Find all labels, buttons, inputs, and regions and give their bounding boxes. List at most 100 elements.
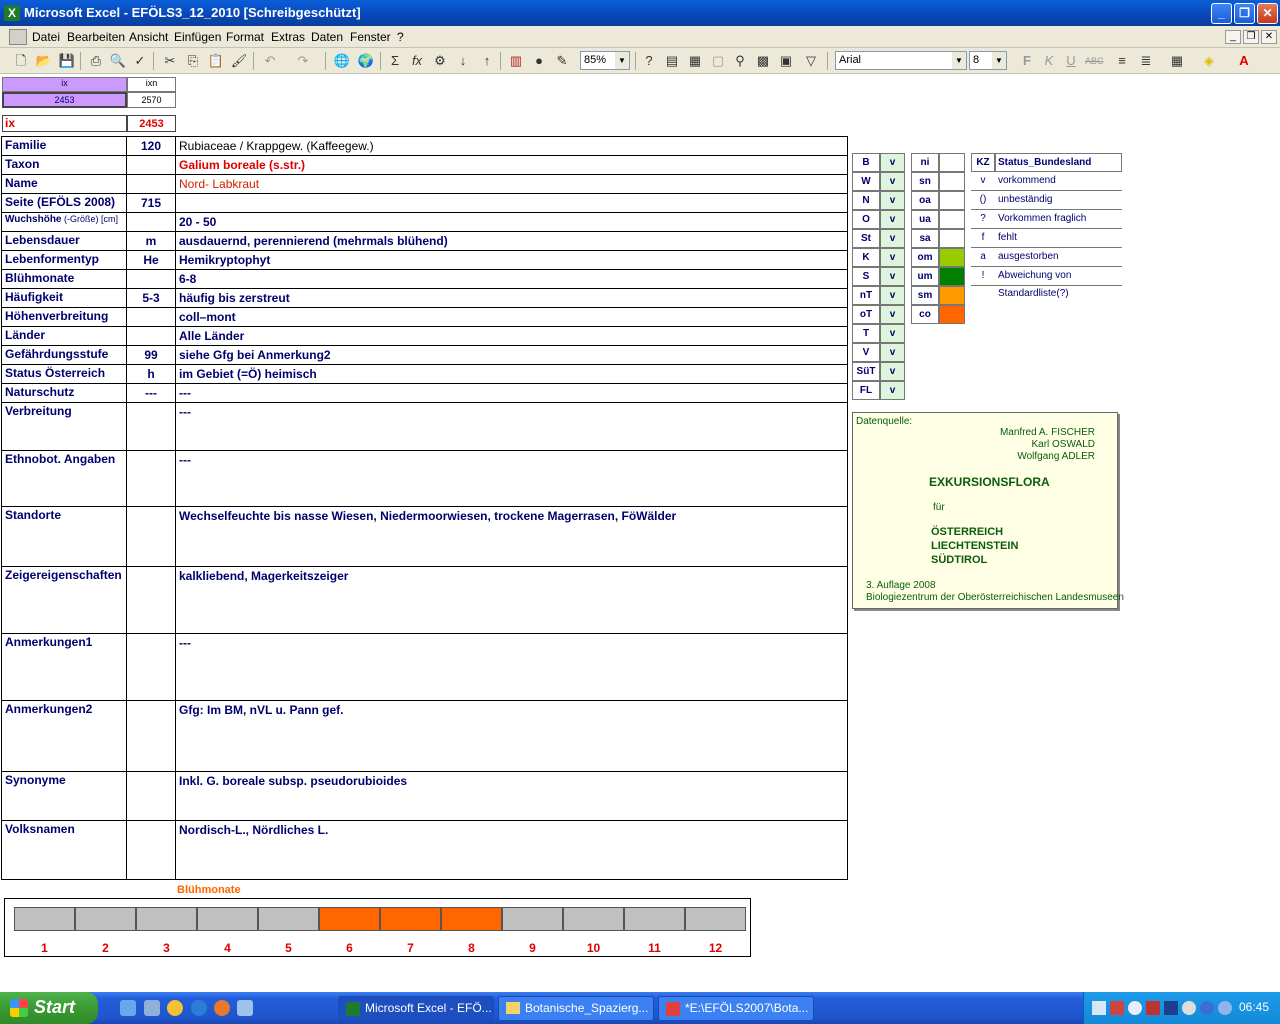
state-flag[interactable]: v bbox=[880, 210, 905, 229]
row-value[interactable]: coll–mont bbox=[176, 308, 847, 327]
web-icon[interactable]: 🌍 bbox=[357, 52, 375, 70]
security-icon[interactable] bbox=[1110, 1001, 1124, 1015]
menu-einfuegen[interactable]: Einfügen bbox=[174, 30, 221, 44]
new-icon[interactable]: 🗋 bbox=[12, 52, 30, 70]
row-value[interactable]: --- bbox=[176, 451, 847, 507]
strikethrough-icon[interactable]: ABC bbox=[1085, 52, 1104, 70]
undo-icon[interactable]: ↶ bbox=[261, 52, 279, 70]
save-icon[interactable]: 💾 bbox=[58, 52, 76, 70]
underline-icon[interactable]: U bbox=[1062, 52, 1080, 70]
row-code[interactable]: 120 bbox=[127, 137, 175, 156]
function-icon[interactable]: fx bbox=[408, 52, 426, 70]
row-code[interactable] bbox=[127, 156, 175, 175]
row-code[interactable] bbox=[127, 701, 175, 772]
align-center-icon[interactable]: ≣ bbox=[1137, 52, 1155, 70]
row-code[interactable]: 715 bbox=[127, 194, 175, 213]
drawing-icon[interactable]: ✎ bbox=[553, 52, 571, 70]
menu-bearbeiten[interactable]: Bearbeiten bbox=[67, 30, 125, 44]
copy-icon[interactable]: ⎘ bbox=[184, 52, 202, 70]
paste-icon[interactable]: 📋 bbox=[207, 52, 225, 70]
row-code[interactable] bbox=[127, 634, 175, 701]
row-value[interactable]: Gfg: Im BM, nVL u. Pann gef. bbox=[176, 701, 847, 772]
info-icon[interactable] bbox=[1218, 1001, 1232, 1015]
state-flag[interactable]: v bbox=[880, 191, 905, 210]
row-code[interactable] bbox=[127, 270, 175, 289]
row-value[interactable]: --- bbox=[176, 634, 847, 701]
font-color-icon[interactable]: A bbox=[1235, 52, 1253, 70]
row-value[interactable]: siehe Gfg bei Anmerkung2 bbox=[176, 346, 847, 365]
doc-close-button[interactable]: ✕ bbox=[1261, 30, 1277, 44]
menu-fenster[interactable]: Fenster bbox=[350, 30, 391, 44]
task-editor[interactable]: *E:\EFÖLS2007\Bota... bbox=[658, 996, 814, 1021]
row-value[interactable]: Rubiaceae / Krappgew. (Kaffeegew.) bbox=[176, 137, 847, 156]
find-icon[interactable]: ⚲ bbox=[731, 52, 749, 70]
menu-daten[interactable]: Daten bbox=[311, 30, 343, 44]
fill-color-icon[interactable]: ◈ bbox=[1200, 52, 1218, 70]
map-icon[interactable]: ● bbox=[530, 52, 548, 70]
row-value[interactable]: Nordisch-L., Nördliches L. bbox=[176, 821, 847, 879]
antivirus-icon[interactable] bbox=[1146, 1001, 1160, 1015]
state-flag[interactable]: v bbox=[880, 172, 905, 191]
doc-restore-button[interactable]: ❐ bbox=[1243, 30, 1259, 44]
state-flag[interactable]: v bbox=[880, 153, 905, 172]
search-icon[interactable] bbox=[1128, 1001, 1142, 1015]
state-flag[interactable]: v bbox=[880, 286, 905, 305]
firefox-icon[interactable] bbox=[214, 1000, 230, 1016]
chevron-down-icon[interactable]: ▼ bbox=[952, 52, 966, 69]
row-code[interactable] bbox=[127, 772, 175, 821]
state-flag[interactable]: v bbox=[880, 248, 905, 267]
align-left-icon[interactable]: ≡ bbox=[1113, 52, 1131, 70]
row-code[interactable]: h bbox=[127, 365, 175, 384]
row-code[interactable]: m bbox=[127, 232, 175, 251]
forms-icon[interactable]: ▤ bbox=[663, 52, 681, 70]
italic-icon[interactable]: K bbox=[1040, 52, 1058, 70]
network-icon[interactable] bbox=[1092, 1001, 1106, 1015]
zoom-select[interactable]: 85% ▼ bbox=[580, 51, 630, 70]
row-code[interactable] bbox=[127, 567, 175, 634]
bold-icon[interactable]: F bbox=[1018, 52, 1036, 70]
excel-app-icon[interactable]: X bbox=[4, 5, 20, 21]
row-value[interactable]: Nord- Labkraut bbox=[176, 175, 847, 194]
start-button[interactable]: Start bbox=[0, 992, 98, 1024]
volume-icon[interactable] bbox=[1182, 1001, 1196, 1015]
comment-icon[interactable]: ▦ bbox=[686, 52, 704, 70]
protect-icon[interactable]: ▢ bbox=[709, 52, 727, 70]
menu-format[interactable]: Format bbox=[226, 30, 264, 44]
ix-value-cell[interactable]: 2453 bbox=[2, 92, 127, 108]
desktop-icon[interactable] bbox=[120, 1000, 136, 1016]
close-button[interactable]: ✕ bbox=[1257, 3, 1278, 24]
chevron-down-icon[interactable]: ▼ bbox=[615, 52, 629, 69]
print-icon[interactable]: ⎙ bbox=[87, 52, 105, 70]
redo-icon[interactable]: ↷ bbox=[294, 52, 312, 70]
wizard-icon[interactable]: ⚙ bbox=[431, 52, 449, 70]
state-flag[interactable]: v bbox=[880, 381, 905, 400]
shield-icon[interactable] bbox=[1164, 1001, 1178, 1015]
row-value[interactable]: Wechselfeuchte bis nasse Wiesen, Niederm… bbox=[176, 507, 847, 567]
menu-help[interactable]: ? bbox=[397, 30, 404, 44]
row-code[interactable] bbox=[127, 327, 175, 346]
row-code[interactable]: He bbox=[127, 251, 175, 270]
row-value[interactable]: im Gebiet (=Ö) heimisch bbox=[176, 365, 847, 384]
state-flag[interactable]: v bbox=[880, 343, 905, 362]
chevron-down-icon[interactable]: ▼ bbox=[992, 52, 1006, 69]
help-icon[interactable]: ? bbox=[640, 52, 658, 70]
sort-desc-icon[interactable]: ↑ bbox=[478, 52, 496, 70]
row-value[interactable]: Alle Länder bbox=[176, 327, 847, 346]
minimize-button[interactable]: _ bbox=[1211, 3, 1232, 24]
filter-icon[interactable]: ▽ bbox=[802, 52, 820, 70]
calc-icon[interactable]: ▣ bbox=[777, 52, 795, 70]
preview-icon[interactable]: 🔍 bbox=[109, 52, 127, 70]
task-excel[interactable]: Microsoft Excel - EFÖ... bbox=[338, 996, 494, 1021]
row-value[interactable]: Inkl. G. boreale subsp. pseudorubioides bbox=[176, 772, 847, 821]
row-code[interactable] bbox=[127, 821, 175, 879]
sort-asc-icon[interactable]: ↓ bbox=[454, 52, 472, 70]
explorer-icon[interactable] bbox=[144, 1000, 160, 1016]
open-icon[interactable]: 📂 bbox=[35, 52, 53, 70]
borders-icon[interactable]: ▦ bbox=[1168, 52, 1186, 70]
state-flag[interactable]: v bbox=[880, 324, 905, 343]
row-value[interactable]: --- bbox=[176, 384, 847, 403]
row-code[interactable]: 99 bbox=[127, 346, 175, 365]
hyperlink-icon[interactable]: 🌐 bbox=[333, 52, 351, 70]
format-painter-icon[interactable]: 🖌 bbox=[230, 52, 248, 70]
menu-datei[interactable]: Datei bbox=[32, 30, 60, 44]
